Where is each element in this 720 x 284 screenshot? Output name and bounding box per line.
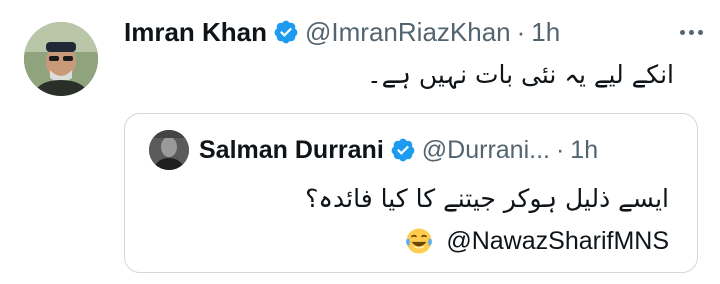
laughing-crying-face-icon [406, 228, 433, 254]
timestamp[interactable]: 1h [531, 17, 560, 48]
author-avatar[interactable] [24, 22, 98, 96]
more-options-icon[interactable] [674, 18, 708, 46]
mention-link[interactable]: @NawazSharifMNS [446, 227, 669, 256]
tweet-header: Imran Khan @ImranRiazKhan · 1h [124, 14, 560, 50]
tweet[interactable]: Imran Khan @ImranRiazKhan · 1h انکے لیے … [0, 0, 720, 284]
quoted-timestamp[interactable]: 1h [570, 136, 598, 165]
quoted-author-handle[interactable]: @Durrani... [422, 136, 550, 165]
quoted-author-name[interactable]: Salman Durrani [199, 136, 384, 165]
quoted-tweet-header: Salman Durrani @Durrani... · 1h [199, 132, 598, 168]
quoted-tweet-text: ایسے ذلیل ہوکر جیتنے کا کیا فائدہ؟ [305, 184, 669, 213]
quoted-avatar-photo [149, 130, 189, 170]
author-name[interactable]: Imran Khan [124, 17, 267, 48]
quoted-author-avatar[interactable] [149, 130, 189, 170]
separator-dot: · [516, 16, 526, 47]
separator-dot: · [555, 135, 565, 164]
author-handle[interactable]: @ImranRiazKhan [305, 17, 511, 48]
verified-badge-icon [274, 20, 298, 44]
avatar-photo [24, 22, 98, 96]
quoted-tweet-mention-line: @NawazSharifMNS [404, 226, 669, 256]
tweet-text: انکے لیے یہ نئی بات نہیں ہے۔ [366, 60, 674, 89]
quoted-tweet[interactable]: Salman Durrani @Durrani... · 1h ایسے ذلی… [124, 113, 698, 273]
verified-badge-icon [391, 138, 415, 162]
